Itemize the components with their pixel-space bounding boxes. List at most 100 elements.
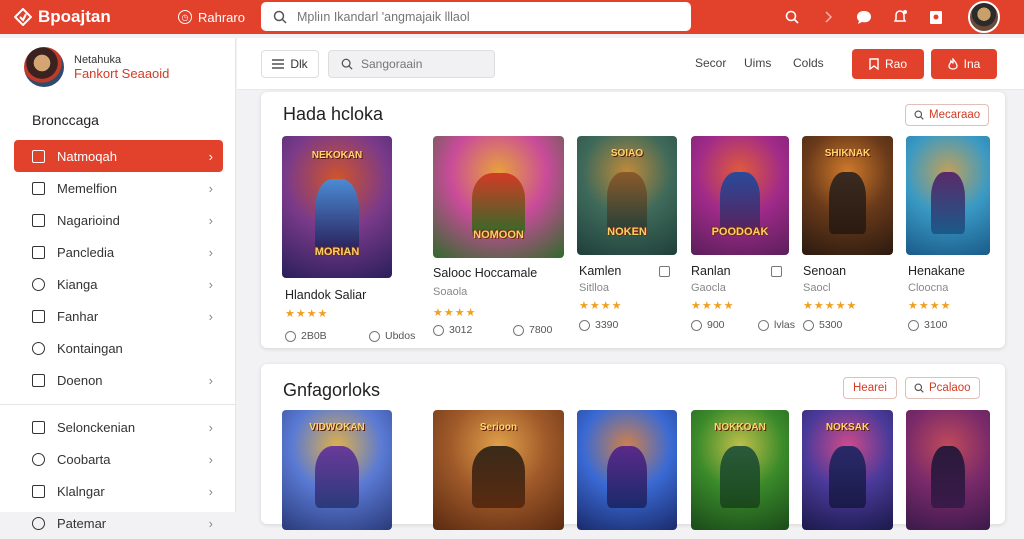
stat-players: lvlas [758,319,795,331]
cover-character [829,446,866,509]
featured-more-button[interactable]: Mecaraao [905,104,990,126]
game-cover-image[interactable]: NOMOON [433,136,564,258]
sidebar-item-label: Nagarioind [57,212,120,228]
bookmark-icon[interactable] [771,266,782,277]
game-cover-image[interactable]: VIDWOKAN [282,410,392,530]
stat-players: 7800 [513,324,552,336]
rating-stars: ★★★★ [691,300,735,312]
doc-icon [32,245,45,259]
global-search[interactable] [261,2,691,31]
game-cover-image[interactable]: POODOAK [691,136,789,255]
stat-players-value: 7800 [529,324,553,336]
sub-search-input[interactable] [361,57,481,71]
rating-stars: ★★★★ [433,307,477,319]
search-icon [273,10,287,24]
menu-filter-button[interactable]: Dlk [261,50,319,78]
game-cover-image[interactable]: NOKKOAN [691,410,789,530]
chevron-right-icon: › [208,515,213,531]
game-cover-image[interactable] [906,136,990,255]
game-subtitle: Saocl [803,282,831,294]
game-title: Kamlen [579,264,622,278]
sidebar-item-label: Kontaingan [57,340,123,356]
game-cover-image[interactable]: SHIKNAK [802,136,893,255]
clock-icon [579,319,590,331]
chat-icon [857,10,871,24]
sidebar-item[interactable]: Pancledia › [14,236,223,268]
category-panel-title: Gnfagorloks [283,380,381,400]
sidebar-item[interactable]: Klalngar › [14,475,223,507]
game-cover-image[interactable]: NOKSAK [802,410,893,530]
sidebar-item-label: Fanhar [57,308,99,324]
clock-icon [691,319,702,331]
sidebar-item[interactable]: Coobarta › [14,443,223,475]
sidebar-item[interactable]: Doenon › [14,364,223,396]
featured-panel-title: Hada hcloka [283,104,384,124]
clock-icon [803,319,814,331]
sub-toolbar: Dlk Secor Uims Colds Rao Ina [237,38,1024,90]
sidebar-item[interactable]: Nagarioind › [14,204,223,236]
category-panel: Gnfagorloks Hearei Pcalaoo VIDWOKAN Serio… [261,364,1005,530]
chevron-right-icon: › [208,308,213,324]
game-cover-image[interactable]: NEKOKAN MORIAN [282,136,392,278]
game-subtitle: Gaocla [691,282,726,294]
stat-views: 3012 [433,324,472,336]
sidebar-item[interactable]: Kianga › [14,268,223,300]
sidebar-divider [0,404,235,405]
game-cover-image[interactable]: Serioon [433,410,564,530]
profile[interactable]: Netahuka Fankort Seaaoid [0,38,235,96]
circle-icon [32,341,45,355]
filter-label: Dlk [290,57,308,71]
primary-button-1[interactable]: Rao [852,49,924,79]
category-button-2[interactable]: Pcalaoo [905,377,980,399]
sidebar-item-label: Kianga [57,276,98,292]
grid-icon [32,420,45,434]
sidebar-item[interactable]: Memelfion › [14,172,223,204]
chevron-right-icon: › [208,180,213,196]
stat-views-value: 3390 [595,319,619,331]
chat-button[interactable] [846,0,882,34]
forward-button[interactable] [810,0,846,34]
chevron-right-icon: › [208,148,213,164]
cover-character [315,446,359,509]
inbox-button[interactable] [918,0,954,34]
primary-button-1-label: Rao [884,57,907,71]
sidebar-item[interactable]: Natmoqah › [14,140,223,172]
topbar-link[interactable]: ◷ Rahraro [178,10,268,25]
category-button-1-label: Hearei [853,382,887,394]
clock-icon [369,330,380,342]
clock-icon [908,319,919,331]
sub-link-2[interactable]: Uims [744,56,771,70]
stat-views: 5300 [803,319,842,331]
stat-views: 900 [691,319,725,331]
featured-more-label: Mecaraao [929,109,981,121]
cover-logo-text: Serioon [479,422,518,433]
category-button-1[interactable]: Hearei [843,377,897,399]
sidebar-item[interactable]: Selonckenian › [14,411,223,443]
inbox-icon [930,10,942,24]
primary-button-2[interactable]: Ina [931,49,997,79]
game-cover-image[interactable] [577,410,677,530]
chevron-right-icon [825,11,833,23]
brand[interactable]: Bpoajtan [14,7,164,27]
cover-character [607,171,647,234]
game-subtitle: Sitlloa [579,282,609,294]
stat-views-value: 2B0B [301,330,327,342]
sub-link-1[interactable]: Secor [695,56,726,70]
search-icon [341,58,353,70]
chevron-right-icon: › [208,244,213,260]
bookmark-icon[interactable] [659,266,670,277]
sidebar: Netahuka Fankort Seaaoid Bronccaga Natmo… [0,38,236,531]
global-search-input[interactable] [297,9,677,24]
rating-stars: ★★★★ [908,300,952,312]
sub-link-3[interactable]: Colds [793,56,824,70]
sidebar-item-label: Coobarta [57,451,111,467]
user-avatar[interactable] [968,1,1000,33]
search-button[interactable] [774,0,810,34]
sidebar-item[interactable]: Fanhar › [14,300,223,332]
game-cover-image[interactable]: SOIAO NOKEN [577,136,677,255]
sub-search[interactable] [328,50,495,78]
notification-button[interactable] [882,0,918,34]
stat-views-value: 5300 [819,319,843,331]
sidebar-item[interactable]: Kontaingan [14,332,223,364]
game-cover-image[interactable] [906,410,990,530]
